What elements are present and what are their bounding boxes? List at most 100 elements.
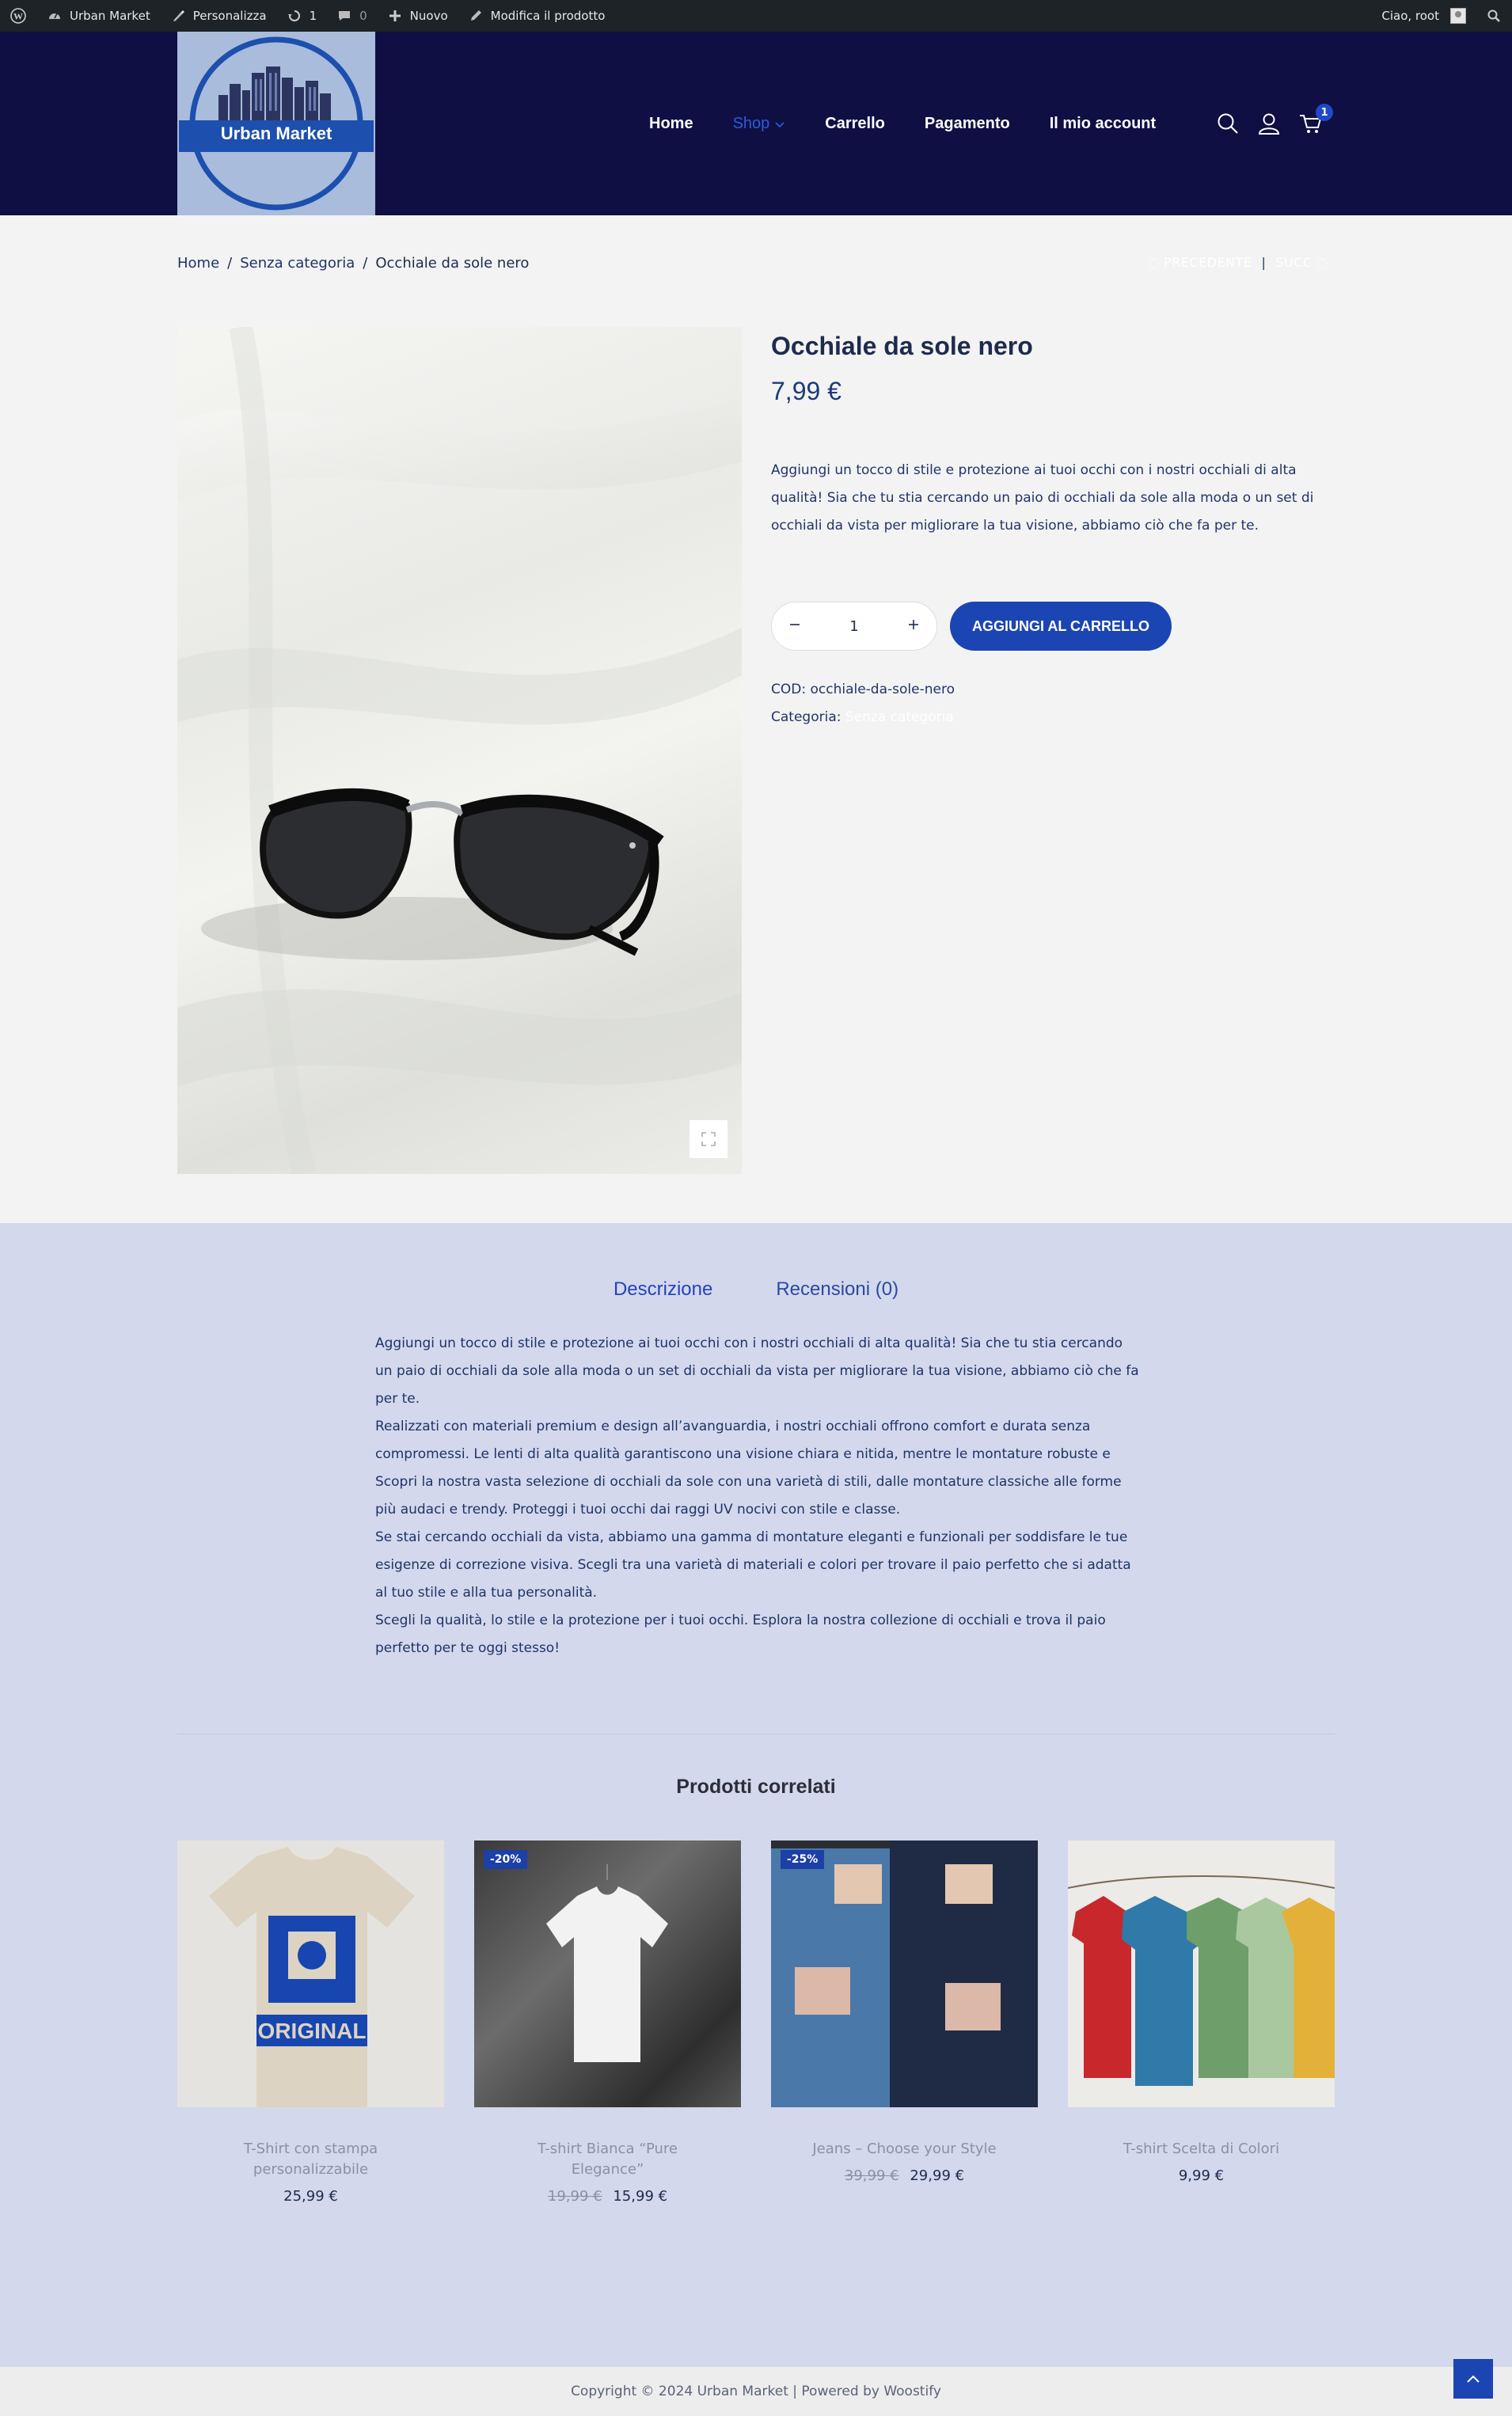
product-price: 25,99 €: [177, 2188, 444, 2205]
current-price: 25,99 €: [283, 2188, 338, 2205]
header-actions: 1: [1216, 32, 1333, 215]
description-paragraph: Scopri la nostra vasta selezione di occh…: [375, 1474, 1122, 1518]
product-meta: COD: occhiale-da-sole-nero Categoria: Se…: [771, 676, 1338, 731]
breadcrumb-current: Occhiale da sole nero: [375, 255, 530, 272]
product-image-colored-tshirts[interactable]: [1068, 1840, 1335, 2107]
tab-description[interactable]: Descrizione: [614, 1278, 712, 1301]
comment-icon: [336, 7, 353, 25]
add-to-cart-form: 1 AGGIUNGI AL CARRELLO: [771, 602, 1338, 651]
breadcrumb-separator: /: [363, 255, 368, 272]
user-icon[interactable]: [1257, 112, 1281, 135]
category-link[interactable]: Senza categoria: [845, 709, 954, 725]
cart-icon[interactable]: 1: [1298, 104, 1333, 135]
expand-icon[interactable]: [690, 1120, 728, 1158]
product-card[interactable]: -25% Jeans – Choose your Style 39,99 € 2…: [771, 1840, 1038, 2205]
product-image-white-tshirt[interactable]: -20%: [474, 1840, 741, 2107]
site-footer: Copyright © 2024 Urban Market | Powered …: [0, 2367, 1512, 2416]
product-price: 9,99 €: [1068, 2167, 1335, 2184]
edit-product-link[interactable]: Modifica il prodotto: [458, 0, 615, 32]
product-card[interactable]: ORIGINAL T-Shirt con stampa personalizza…: [177, 1840, 444, 2205]
next-product-link[interactable]: SUCC ◌: [1275, 255, 1328, 270]
description-paragraph: Realizzati con materiali premium e desig…: [375, 1419, 1111, 1462]
breadcrumb-separator: /: [227, 255, 233, 272]
updates-icon: [286, 7, 303, 25]
new-content-link[interactable]: Nuovo: [377, 0, 458, 32]
site-name: Urban Market: [70, 9, 150, 23]
quantity-stepper: 1: [771, 602, 937, 651]
current-price: 9,99 €: [1178, 2167, 1225, 2184]
add-to-cart-button[interactable]: AGGIUNGI AL CARRELLO: [950, 602, 1172, 651]
sku-value: occhiale-da-sole-nero: [810, 682, 955, 697]
product-tabs: Descrizione Recensioni (0): [0, 1278, 1512, 1301]
logo-text: Urban Market: [220, 123, 332, 143]
breadcrumb: Home / Senza categoria / Occhiale da sol…: [177, 255, 529, 272]
plus-icon: [386, 7, 404, 25]
product-tabs-section: Descrizione Recensioni (0) Aggiungi un t…: [0, 1223, 1512, 2367]
regular-price: 39,99 €: [844, 2167, 899, 2184]
wp-admin-bar: W Urban Market Personalizza 1 0 Nuovo Mo…: [0, 0, 1512, 32]
new-label: Nuovo: [409, 9, 448, 23]
nav-my-account-label: Il mio account: [1049, 114, 1157, 132]
search-icon[interactable]: [1216, 112, 1240, 135]
site-name-link[interactable]: Urban Market: [36, 0, 160, 32]
site-logo[interactable]: Urban Market: [177, 32, 375, 215]
prev-product-link[interactable]: ◌ PRECEDENTE: [1148, 255, 1252, 270]
product-name[interactable]: Jeans – Choose your Style: [771, 2139, 1038, 2160]
product-name[interactable]: T-shirt Scelta di Colori: [1068, 2139, 1335, 2160]
related-products-title: Prodotti correlati: [676, 1776, 836, 1798]
nav-checkout[interactable]: Pagamento: [925, 115, 1010, 133]
plus-icon[interactable]: [906, 617, 921, 636]
product-summary: Occhiale da sole nero 7,99 € Aggiungi un…: [771, 327, 1338, 731]
breadcrumb-home[interactable]: Home: [177, 255, 219, 272]
brush-icon: [169, 7, 187, 25]
nav-home[interactable]: Home: [649, 115, 693, 133]
nav-cart[interactable]: Carrello: [825, 115, 885, 133]
product-image-jeans[interactable]: -25%: [771, 1840, 1038, 2107]
my-account-link[interactable]: Ciao, root: [1372, 0, 1476, 32]
prev-label: PRECEDENTE: [1164, 255, 1252, 270]
nav-cart-label: Carrello: [825, 114, 885, 132]
comments-link[interactable]: 0: [326, 0, 377, 32]
category-label: Categoria:: [771, 709, 841, 725]
nav-checkout-label: Pagamento: [924, 114, 1010, 132]
product-main-image[interactable]: [177, 327, 742, 1174]
sku-label: COD:: [771, 682, 807, 697]
edit-label: Modifica il prodotto: [490, 9, 606, 23]
chevron-up-icon: [1467, 2375, 1480, 2383]
product-name[interactable]: T-Shirt con stampa personalizzabile: [177, 2139, 444, 2180]
nav-divider: |: [1261, 255, 1267, 270]
svg-text:ORIGINAL: ORIGINAL: [258, 2019, 367, 2043]
sale-badge: -20%: [484, 1850, 528, 1869]
nav-my-account[interactable]: Il mio account: [1050, 115, 1156, 133]
product-card[interactable]: -20% T-shirt Bianca “Pure Elegance” 19,9…: [474, 1840, 741, 2205]
wordpress-icon: W: [9, 7, 27, 25]
minus-icon[interactable]: [788, 617, 802, 636]
tab-reviews[interactable]: Recensioni (0): [776, 1278, 898, 1301]
quantity-input[interactable]: 1: [802, 618, 906, 635]
related-products-grid: ORIGINAL T-Shirt con stampa personalizza…: [177, 1840, 1335, 2205]
greeting: Ciao, root: [1381, 9, 1439, 23]
product-card[interactable]: T-shirt Scelta di Colori 9,99 €: [1068, 1840, 1335, 2205]
updates-link[interactable]: 1: [276, 0, 327, 32]
dashboard-icon: [46, 7, 63, 25]
scroll-to-top-button[interactable]: [1453, 2359, 1493, 2399]
product-price: 7,99 €: [771, 377, 841, 405]
search-icon: [1485, 7, 1503, 25]
comments-count: 0: [359, 9, 367, 23]
cart-count-badge: 1: [1316, 104, 1333, 121]
description-paragraph: Scegli la qualità, lo stile e la protezi…: [375, 1613, 1106, 1656]
breadcrumb-category[interactable]: Senza categoria: [240, 255, 355, 272]
regular-price: 19,99 €: [547, 2188, 602, 2205]
copyright-text: Copyright © 2024 Urban Market | Powered …: [571, 2384, 941, 2399]
product-name[interactable]: T-shirt Bianca “Pure Elegance”: [474, 2139, 741, 2180]
sale-badge: -25%: [781, 1850, 825, 1869]
admin-search-button[interactable]: [1476, 0, 1512, 32]
nav-shop[interactable]: Shop: [733, 115, 786, 133]
product-image-tshirt-print[interactable]: ORIGINAL: [177, 1840, 444, 2107]
customize-link[interactable]: Personalizza: [160, 0, 276, 32]
sunglasses-photo: [177, 327, 742, 1174]
sale-price: 29,99 €: [910, 2167, 965, 2184]
wordpress-menu[interactable]: W: [0, 0, 36, 32]
main-navigation: Home Shop Carrello Pagamento Il mio acco…: [649, 32, 1195, 215]
product-price: 39,99 € 29,99 €: [771, 2167, 1038, 2184]
